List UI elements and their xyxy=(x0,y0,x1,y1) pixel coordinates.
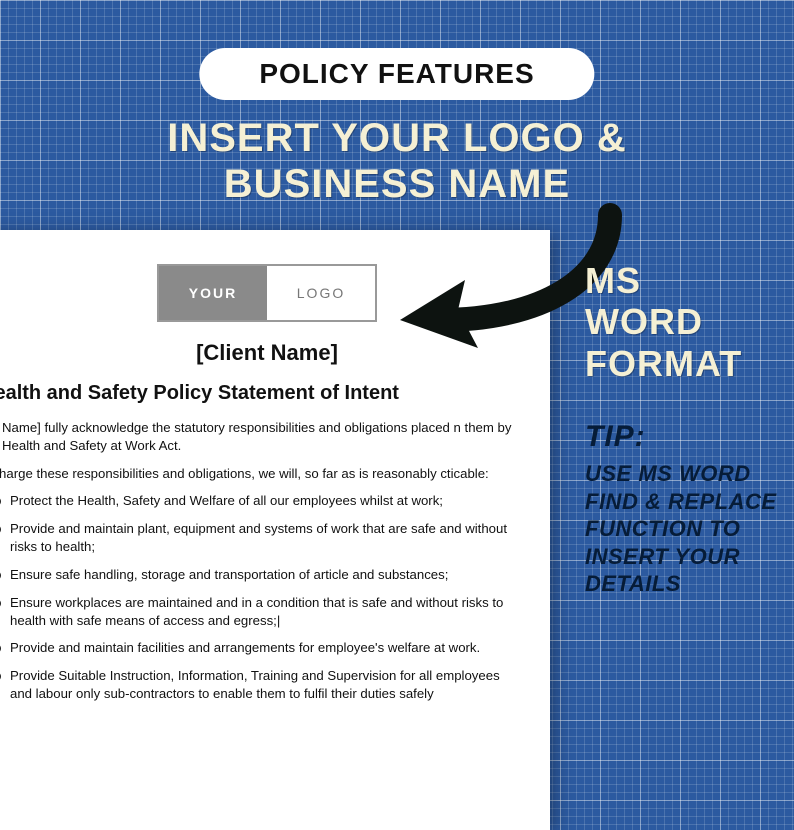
ms-line-2: WORD xyxy=(585,301,703,342)
headline: INSERT YOUR LOGO & BUSINESS NAME xyxy=(47,115,747,207)
logo-placeholder: YOUR LOGO xyxy=(157,264,377,322)
doc-title: Health and Safety Policy Statement of In… xyxy=(0,382,514,405)
doc-paragraph-1: ent Name] fully acknowledge the statutor… xyxy=(0,419,514,455)
list-item: Ensure workplaces are maintained and in … xyxy=(0,594,514,630)
ms-line-1: MS xyxy=(585,260,641,301)
list-item: Protect the Health, Safety and Welfare o… xyxy=(0,492,514,510)
list-item: Provide Suitable Instruction, Informatio… xyxy=(0,667,514,703)
tip-body: USE MS WORD FIND & REPLACE FUNCTION TO I… xyxy=(585,460,785,598)
ms-word-format-label: MS WORD FORMAT xyxy=(585,260,785,384)
ms-line-3: FORMAT xyxy=(585,343,742,384)
doc-paragraph-2: lischarge these responsibilities and obl… xyxy=(0,465,514,483)
list-item: Provide and maintain plant, equipment an… xyxy=(0,520,514,556)
logo-right-text: LOGO xyxy=(267,266,375,320)
document-preview: YOUR LOGO [Client Name] Health and Safet… xyxy=(0,230,550,830)
list-item: Ensure safe handling, storage and transp… xyxy=(0,566,514,584)
headline-line-2: BUSINESS NAME xyxy=(224,162,570,206)
tip-label: TIP: xyxy=(585,420,646,454)
header-pill: POLICY FEATURES xyxy=(199,48,594,100)
headline-line-1: INSERT YOUR LOGO & xyxy=(167,116,627,160)
logo-left-text: YOUR xyxy=(159,266,267,320)
client-name-placeholder: [Client Name] xyxy=(20,340,514,366)
list-item: Provide and maintain facilities and arra… xyxy=(0,639,514,657)
doc-bullet-list: Protect the Health, Safety and Welfare o… xyxy=(0,492,514,702)
